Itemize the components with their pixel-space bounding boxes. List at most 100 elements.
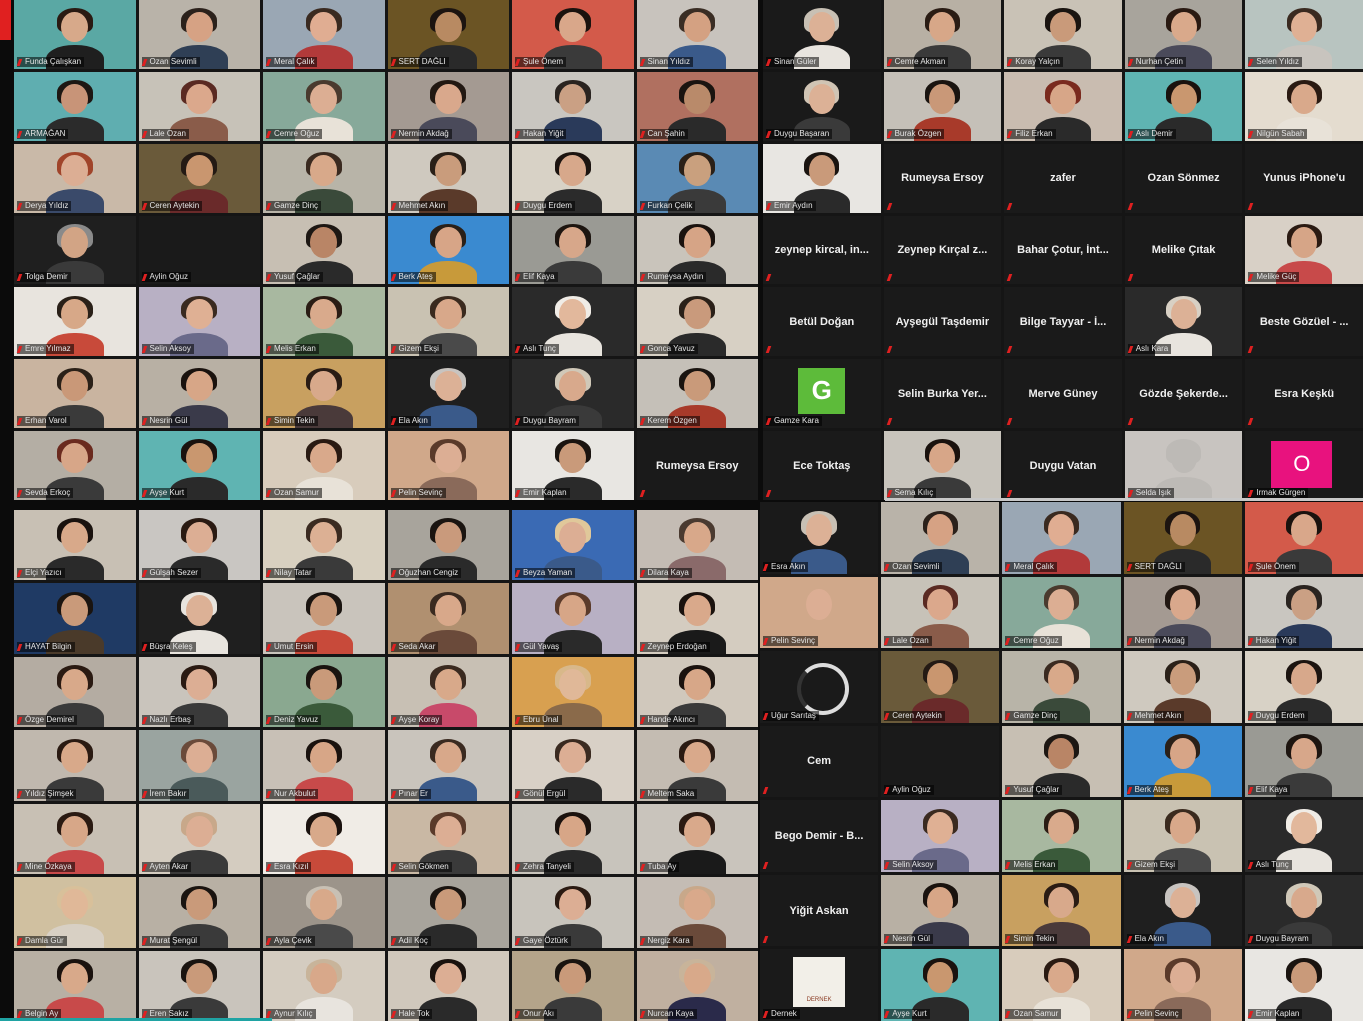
participant-tile[interactable]: Simin Tekin (1002, 874, 1121, 947)
participant-tile[interactable]: Duygu Bayram (512, 359, 634, 429)
participant-tile[interactable]: Sevda Erkoç (14, 431, 136, 500)
participant-tile[interactable]: Ayşe Kurt (881, 949, 1000, 1021)
participant-tile[interactable]: Mehmet Akın (1123, 651, 1242, 723)
participant-tile[interactable]: Sinan Güler (763, 0, 881, 69)
participant-tile[interactable]: Tuba Ay (636, 803, 758, 875)
participant-tile[interactable]: Selin Gökmen (387, 803, 509, 875)
participant-tile[interactable]: Ozan Sevimli (881, 502, 1000, 574)
participant-tile[interactable]: Tolga Demir (14, 215, 136, 285)
participant-tile[interactable]: Cem (760, 725, 879, 798)
participant-tile[interactable]: Nermin Akdağ (1123, 576, 1242, 649)
participant-tile[interactable]: Emir Kaplan (1244, 949, 1363, 1021)
participant-tile[interactable]: Betül Doğan (763, 287, 881, 357)
participant-tile[interactable]: Meltem Saka (636, 730, 758, 801)
participant-tile[interactable]: Aslı Tunç (512, 287, 634, 357)
participant-tile[interactable]: Esra Kızıl (263, 803, 385, 875)
participant-tile[interactable]: Selin Aksoy (138, 287, 260, 357)
participant-tile[interactable]: Furkan Çelik (636, 143, 758, 213)
participant-tile[interactable]: Ceren Aytekin (881, 651, 1000, 723)
participant-tile[interactable]: Sinan Yıldız (636, 0, 758, 69)
participant-tile[interactable]: Gaye Öztürk (512, 877, 634, 948)
participant-tile[interactable]: Gizem Ekşi (1123, 800, 1242, 872)
participant-tile[interactable]: Mehmet Akın (387, 143, 509, 213)
participant-tile[interactable]: Burak Özgen (883, 71, 1002, 141)
participant-tile[interactable]: Ayşegül Taşdemir (883, 287, 1002, 357)
participant-tile[interactable]: Deniz Yavuz (263, 656, 385, 728)
participant-tile[interactable]: Yiğit Askan (760, 874, 879, 947)
participant-tile[interactable]: SERT DAĞLI (1123, 502, 1242, 574)
participant-tile[interactable]: Selda Işık (1124, 431, 1243, 500)
participant-tile[interactable]: Berk Ateş (1123, 725, 1242, 798)
participant-tile[interactable]: Ozan Samur (263, 431, 385, 500)
participant-tile[interactable]: Selen Yıldız (1245, 0, 1363, 69)
participant-tile[interactable]: Umut Ersin (263, 583, 385, 654)
participant-tile[interactable]: G Gamze Kara (763, 359, 881, 429)
participant-tile[interactable]: Gül Yavaş (512, 583, 634, 654)
participant-tile[interactable]: Nermin Akdağ (387, 71, 509, 141)
participant-tile[interactable]: ARMAĞAN (14, 71, 136, 141)
participant-tile[interactable]: Melike Çıtak (1124, 215, 1243, 285)
participant-tile[interactable]: Sema Kılıç (883, 431, 1002, 500)
participant-tile[interactable]: Can Şahin (636, 71, 758, 141)
participant-tile[interactable]: Merve Güney (1004, 359, 1122, 429)
participant-tile[interactable]: Emre Yılmaz (14, 287, 136, 357)
participant-tile[interactable]: Nergiz Kara (636, 877, 758, 948)
participant-tile[interactable]: Erhan Varol (14, 359, 136, 429)
participant-tile[interactable]: Seda Akar (387, 583, 509, 654)
participant-tile[interactable]: Nilay Tatar (263, 510, 385, 581)
participant-tile[interactable]: Şule Önem (512, 0, 634, 69)
participant-tile[interactable]: İrem Bakır (138, 730, 260, 801)
participant-tile[interactable]: Duygu Erdem (512, 143, 634, 213)
participant-tile[interactable]: Ceren Aytekin (138, 143, 260, 213)
participant-tile[interactable]: Yusuf Çağlar (263, 215, 385, 285)
participant-tile[interactable]: Elif Kaya (512, 215, 634, 285)
participant-tile[interactable]: Oğuzhan Cengiz (387, 510, 509, 581)
participant-tile[interactable]: Zeynep Kırçal z... (883, 215, 1002, 285)
participant-tile[interactable]: Elif Kaya (1244, 725, 1363, 798)
participant-tile[interactable]: Melike Güç (1245, 215, 1363, 285)
participant-tile[interactable]: Ela Akın (387, 359, 509, 429)
participant-tile[interactable]: Hakan Yiğit (1244, 576, 1363, 649)
participant-tile[interactable]: Melis Erkan (263, 287, 385, 357)
participant-tile[interactable]: Meral Çalık (1002, 502, 1121, 574)
participant-tile[interactable]: Şule Önem (1244, 502, 1363, 574)
participant-tile[interactable]: Bahar Çotur, İnt... (1004, 215, 1122, 285)
participant-tile[interactable]: Berk Ateş (387, 215, 509, 285)
participant-tile[interactable]: Nurhan Çetin (1124, 0, 1243, 69)
participant-tile[interactable]: Gamze Dinç (263, 143, 385, 213)
participant-tile[interactable]: Funda Çalışkan (14, 0, 136, 69)
participant-tile[interactable]: SERT DAĞLI (387, 0, 509, 69)
participant-tile[interactable]: Aslı Kara (1124, 287, 1243, 357)
participant-tile[interactable]: Rumeysa Ersoy (883, 143, 1002, 213)
participant-tile[interactable]: Ebru Ünal (512, 656, 634, 728)
participant-tile[interactable]: Pınar Er (387, 730, 509, 801)
participant-tile[interactable]: Bilge Tayyar - İ... (1004, 287, 1122, 357)
participant-tile[interactable]: Nazlı Erbaş (138, 656, 260, 728)
participant-tile[interactable]: Adil Koç (387, 877, 509, 948)
participant-tile[interactable]: Nesrin Gül (138, 359, 260, 429)
participant-tile[interactable]: Aslı Demir (1124, 71, 1243, 141)
participant-tile[interactable]: Dilara Kaya (636, 510, 758, 581)
participant-tile[interactable]: Elçi Yazıcı (14, 510, 136, 581)
participant-tile[interactable]: Esra Keşkü (1245, 359, 1363, 429)
participant-tile[interactable]: Duygu Bayram (1244, 874, 1363, 947)
participant-tile[interactable]: Pelin Sevinç (760, 576, 879, 649)
participant-tile[interactable]: HAYAT Bilgin (14, 583, 136, 654)
participant-tile[interactable]: Simin Tekin (263, 359, 385, 429)
participant-tile[interactable]: Cemre Oğuz (1002, 576, 1121, 649)
participant-tile[interactable]: Belgin Ay (14, 950, 136, 1021)
participant-tile[interactable]: Derya Yıldız (14, 143, 136, 213)
participant-tile[interactable]: zeynep kircal, in... (763, 215, 881, 285)
participant-tile[interactable]: Lale Ozan (138, 71, 260, 141)
participant-tile[interactable]: Lale Ozan (881, 576, 1000, 649)
participant-tile[interactable]: Beste Gözüel - ... (1245, 287, 1363, 357)
participant-tile[interactable]: Zeynep Erdoğan (636, 583, 758, 654)
participant-tile[interactable]: Aynur Kılıç (263, 950, 385, 1021)
participant-tile[interactable]: Hande Akıncı (636, 656, 758, 728)
participant-tile[interactable]: Ayşe Kurt (138, 431, 260, 500)
participant-tile[interactable]: Yusuf Çağlar (1002, 725, 1121, 798)
participant-tile[interactable]: Duygu Başaran (763, 71, 881, 141)
participant-tile[interactable]: Gönül Ergül (512, 730, 634, 801)
participant-tile[interactable]: O Irmak Gürgen (1245, 431, 1363, 500)
participant-tile[interactable]: Meral Çalık (263, 0, 385, 69)
